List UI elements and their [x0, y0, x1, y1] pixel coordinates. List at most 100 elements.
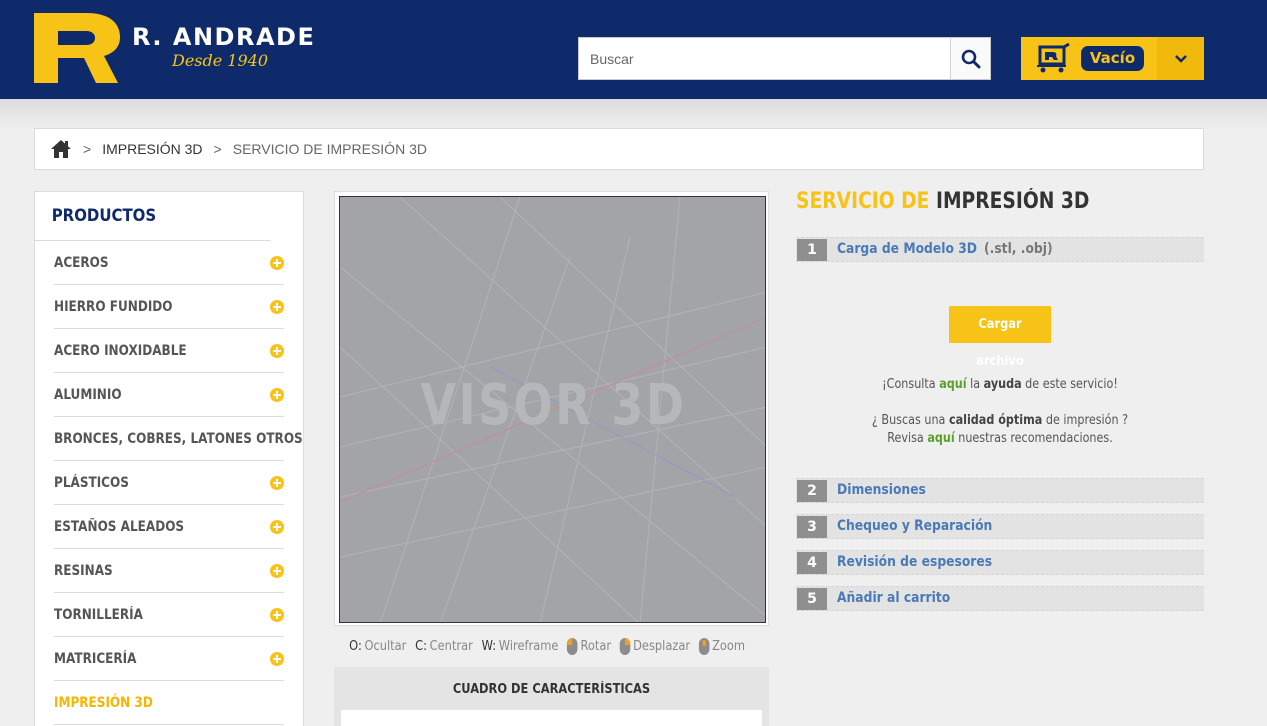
control-label: Wireframe — [498, 638, 559, 654]
plus-circle-icon[interactable] — [270, 343, 284, 358]
category-list: ACEROS HIERRO FUNDIDO ACERO INOXIDABLE A… — [35, 241, 358, 725]
search-icon — [961, 49, 980, 68]
chevron-down-icon — [1174, 54, 1187, 63]
mouse-left-click-icon — [567, 637, 578, 655]
step-label: Chequeo y Reparación — [837, 518, 993, 534]
features-table — [341, 710, 762, 726]
step-label: Dimensiones — [837, 482, 926, 498]
plus-circle-icon[interactable] — [270, 255, 284, 270]
cart-button[interactable]: Vacío — [1021, 37, 1204, 80]
sidebar-item-hierro-fundido[interactable]: HIERRO FUNDIDO — [54, 285, 284, 329]
control-wireframe: W: Wireframe — [482, 639, 559, 654]
home-icon[interactable] — [50, 139, 72, 159]
sidebar-item-label: BRONCES, COBRES, LATONES OTROS — [54, 430, 303, 447]
cart-status-badge: Vacío — [1081, 46, 1144, 71]
features-panel: CUADRO DE CARACTERÍSTICAS — [334, 667, 769, 726]
features-title: CUADRO DE CARACTERÍSTICAS — [452, 682, 651, 697]
sidebar-title: PRODUCTOS — [35, 192, 271, 241]
brand-tagline: Desde 1940 — [172, 51, 269, 70]
control-center: C: Centrar — [415, 639, 473, 654]
viewer-watermark: VISOR 3D — [420, 373, 687, 438]
control-label: Rotar — [580, 638, 612, 654]
breadcrumb: > IMPRESIÓN 3D > SERVICIO DE IMPRESIÓN 3… — [34, 128, 1204, 170]
help-text-segment: ¡Consulta — [882, 377, 936, 392]
sidebar-item-label: ACERO INOXIDABLE — [54, 342, 187, 359]
plus-circle-icon[interactable] — [270, 387, 284, 402]
step-4-thickness-review[interactable]: 4 Revisión de espesores — [796, 550, 1204, 575]
sidebar-item-tornilleria[interactable]: TORNILLERÍA — [54, 593, 284, 637]
help-text-line-3: Revisa aquí nuestras recomendaciones. — [825, 431, 1176, 446]
plus-circle-icon[interactable] — [270, 607, 284, 622]
sidebar-item-label: TORNILLERÍA — [54, 606, 143, 623]
plus-circle-icon[interactable] — [270, 519, 284, 534]
step-label: Añadir al carrito — [837, 590, 951, 606]
help-text-segment: la — [970, 377, 981, 392]
step-label: Carga de Modelo 3D (.stl, .obj) — [837, 241, 1053, 257]
help-text-segment: de impresión ? — [1045, 413, 1129, 428]
step-label-text: Carga de Modelo 3D — [837, 241, 978, 257]
sidebar-item-impresion-3d[interactable]: IMPRESIÓN 3D — [54, 681, 284, 725]
cart-icon — [1037, 43, 1070, 73]
control-rotate: Rotar — [567, 637, 612, 655]
step-number: 2 — [797, 480, 827, 502]
header-shadow — [0, 99, 1267, 129]
page-title-part1: SERVICIO DE — [796, 189, 930, 214]
control-label: Zoom — [712, 638, 746, 654]
control-key: C: — [415, 638, 428, 654]
breadcrumb-item-current: SERVICIO DE IMPRESIÓN 3D — [232, 141, 427, 157]
search-input[interactable] — [579, 38, 950, 79]
sidebar-item-label: PLÁSTICOS — [54, 474, 129, 491]
step-1-upload-model[interactable]: 1 Carga de Modelo 3D (.stl, .obj) — [796, 237, 1204, 262]
sidebar-item-label: ESTAÑOS ALEADOS — [54, 518, 185, 535]
plus-circle-icon[interactable] — [270, 475, 284, 490]
step-2-dimensions[interactable]: 2 Dimensiones — [796, 478, 1204, 503]
upload-file-button[interactable]: Cargar archivo — [949, 306, 1051, 369]
sidebar-item-resinas[interactable]: RESINAS — [54, 549, 284, 593]
step-file-extensions: (.stl, .obj) — [984, 241, 1053, 257]
control-label: Ocultar — [364, 638, 407, 654]
sidebar-item-estanos-aleados[interactable]: ESTAÑOS ALEADOS — [54, 505, 284, 549]
control-key: W: — [481, 638, 497, 654]
plus-circle-icon[interactable] — [270, 563, 284, 578]
sidebar-item-aluminio[interactable]: ALUMINIO — [54, 373, 284, 417]
help-text-segment: Revisa — [887, 431, 924, 446]
help-text-line-1: ¡Consulta aquí la ayuda de este servicio… — [825, 377, 1176, 392]
page-title: SERVICIO DE IMPRESIÓN 3D — [796, 189, 1089, 214]
help-text-bold: ayuda — [983, 377, 1022, 392]
brand-name: R. ANDRADE — [132, 23, 316, 51]
step-5-add-to-cart[interactable]: 5 Añadir al carrito — [796, 586, 1204, 611]
sidebar-item-label: HIERRO FUNDIDO — [54, 298, 173, 315]
sidebar-item-aceros[interactable]: ACEROS — [54, 241, 284, 285]
sidebar-item-acero-inoxidable[interactable]: ACERO INOXIDABLE — [54, 329, 284, 373]
help-text-bold: calidad óptima — [948, 413, 1043, 428]
breadcrumb-separator: > — [83, 141, 92, 157]
products-sidebar: PRODUCTOS ACEROS HIERRO FUNDIDO ACERO IN… — [34, 191, 358, 726]
breadcrumb-separator: > — [213, 141, 222, 157]
help-text-segment: nuestras recomendaciones. — [958, 431, 1113, 446]
step-3-check-repair[interactable]: 3 Chequeo y Reparación — [796, 514, 1204, 539]
cart-dropdown-toggle[interactable] — [1157, 37, 1204, 80]
help-text-line-2: ¿ Buscas una calidad óptima de impresión… — [825, 413, 1176, 428]
upload-file-button-label: Cargar archivo — [976, 317, 1024, 369]
help-text-segment: ¿ Buscas una — [871, 413, 946, 428]
search-box — [578, 37, 991, 80]
sidebar-item-bronces[interactable]: BRONCES, COBRES, LATONES OTROS — [54, 417, 358, 461]
site-logo[interactable]: R. ANDRADE Desde 1940 — [34, 13, 324, 85]
breadcrumb-item-impresion-3d[interactable]: IMPRESIÓN 3D — [102, 141, 202, 157]
plus-circle-icon[interactable] — [270, 299, 284, 314]
mouse-right-click-icon — [619, 637, 631, 655]
control-pan: Desplazar — [619, 637, 691, 655]
step-number: 3 — [797, 516, 827, 538]
3d-viewer-canvas[interactable]: VISOR 3D — [339, 196, 766, 623]
page-title-part2: IMPRESIÓN 3D — [935, 189, 1090, 214]
plus-circle-icon[interactable] — [270, 651, 284, 666]
viewer-controls-legend: O: Ocultar C: Centrar W: Wireframe Rotar De… — [349, 636, 746, 656]
sidebar-item-matriceria[interactable]: MATRICERÍA — [54, 637, 284, 681]
sidebar-item-plasticos[interactable]: PLÁSTICOS — [54, 461, 284, 505]
search-button[interactable] — [950, 38, 990, 79]
control-label: Desplazar — [633, 638, 691, 654]
help-link[interactable]: aquí — [939, 377, 966, 392]
step-number: 4 — [797, 552, 827, 574]
sidebar-item-label: RESINAS — [54, 562, 113, 579]
recommendations-link[interactable]: aquí — [927, 431, 954, 446]
